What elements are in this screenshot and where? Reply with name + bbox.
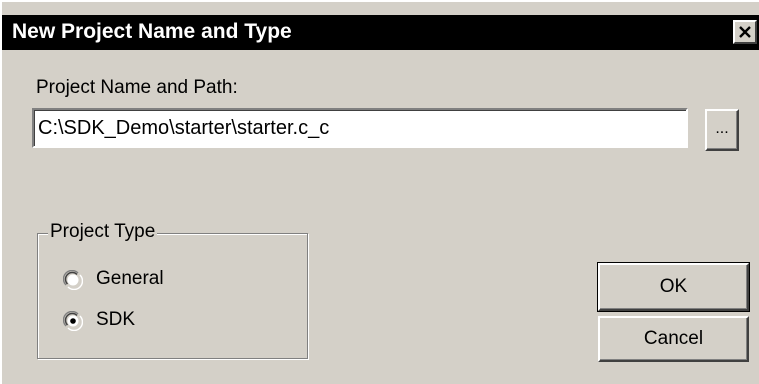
project-type-label: Project Type	[48, 221, 158, 243]
close-icon	[739, 26, 751, 38]
project-path-field	[32, 108, 688, 148]
ok-button[interactable]: OK	[597, 262, 750, 312]
radio-sdk-label[interactable]: SDK	[96, 309, 135, 331]
radio-sdk[interactable]	[63, 311, 83, 331]
radio-general-label[interactable]: General	[96, 268, 164, 290]
browse-button[interactable]: ...	[705, 109, 739, 151]
project-type-group	[37, 233, 308, 359]
title-bar: New Project Name and Type	[2, 15, 759, 50]
project-path-input[interactable]	[36, 112, 678, 144]
path-label: Project Name and Path:	[36, 77, 238, 98]
radio-general[interactable]	[63, 270, 83, 290]
radio-sdk-dot	[70, 318, 76, 324]
window-title: New Project Name and Type	[12, 20, 292, 43]
dialog-window: New Project Name and Type Project Name a…	[0, 0, 759, 384]
close-button[interactable]	[733, 20, 757, 44]
cancel-button[interactable]: Cancel	[598, 316, 749, 362]
